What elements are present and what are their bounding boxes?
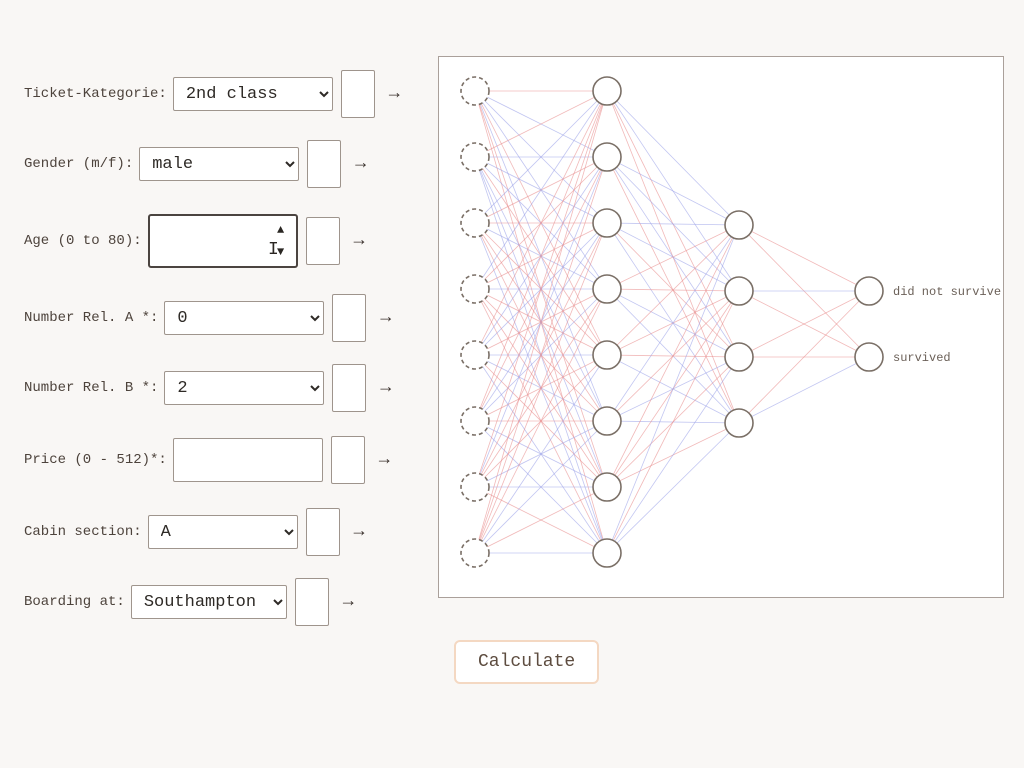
arrow-icon: →: [354, 231, 365, 251]
hidden-node: [593, 407, 621, 435]
input-node: [461, 341, 489, 369]
row-cabin: Cabin section: A →: [24, 510, 434, 554]
arrow-icon: →: [354, 522, 365, 542]
select-gender[interactable]: male: [139, 147, 299, 181]
hidden-node: [593, 77, 621, 105]
input-price[interactable]: [173, 438, 323, 482]
label-boarding: Boarding at:: [24, 594, 125, 610]
input-form: Ticket-Kategorie: 2nd class → Gender (m/…: [24, 72, 434, 650]
arrow-icon: →: [389, 84, 400, 104]
nn-connection: [607, 225, 739, 355]
label-age: Age (0 to 80):: [24, 233, 142, 249]
input-node: [461, 539, 489, 567]
nn-connection: [607, 225, 739, 421]
outbox-cabin: [306, 508, 340, 556]
age-spin-up-icon[interactable]: ▲: [270, 220, 292, 240]
nn-connection: [607, 423, 739, 553]
hidden-node: [593, 275, 621, 303]
label-relA: Number Rel. A *:: [24, 310, 158, 326]
row-boarding: Boarding at: Southampton →: [24, 580, 434, 624]
nn-connection: [607, 157, 739, 225]
nn-connection: [607, 291, 739, 553]
outbox-relB: [332, 364, 366, 412]
output-node: [855, 343, 883, 371]
nn-connection: [607, 225, 739, 289]
hidden-node: [593, 143, 621, 171]
label-cabin: Cabin section:: [24, 524, 142, 540]
label-relB: Number Rel. B *:: [24, 380, 158, 396]
row-ticket: Ticket-Kategorie: 2nd class →: [24, 72, 434, 116]
label-price: Price (0 - 512)*:: [24, 452, 167, 468]
hidden-node: [725, 211, 753, 239]
hidden-node: [593, 473, 621, 501]
outbox-boarding: [295, 578, 329, 626]
outbox-age: [306, 217, 340, 265]
calculate-button[interactable]: Calculate: [454, 640, 599, 684]
hidden-node: [593, 209, 621, 237]
hidden-node: [593, 539, 621, 567]
label-ticket: Ticket-Kategorie:: [24, 86, 167, 102]
output-label-survived: survived: [893, 351, 951, 365]
select-relA[interactable]: 0: [164, 301, 324, 335]
nn-connection: [607, 225, 739, 487]
select-ticket[interactable]: 2nd class: [173, 77, 333, 111]
select-boarding[interactable]: Southampton: [131, 585, 287, 619]
text-cursor-icon: I: [268, 240, 279, 260]
input-node: [461, 143, 489, 171]
row-age: Age (0 to 80): ▲ ▼ →: [24, 212, 434, 270]
input-node: [461, 209, 489, 237]
hidden-node: [593, 341, 621, 369]
neural-network-svg: did not survive survived: [439, 57, 1005, 599]
outbox-gender: [307, 140, 341, 188]
hidden-node: [725, 343, 753, 371]
nn-connection: [607, 357, 739, 553]
arrow-icon: →: [355, 154, 366, 174]
neural-network-panel: did not survive survived: [438, 56, 1004, 598]
arrow-icon: →: [380, 308, 391, 328]
outbox-ticket: [341, 70, 375, 118]
label-gender: Gender (m/f):: [24, 156, 133, 172]
nn-connection: [739, 357, 869, 423]
output-node: [855, 277, 883, 305]
row-gender: Gender (m/f): male →: [24, 142, 434, 186]
row-price: Price (0 - 512)*: →: [24, 436, 434, 484]
select-relB[interactable]: 2: [164, 371, 324, 405]
outbox-relA: [332, 294, 366, 342]
hidden-node: [725, 409, 753, 437]
input-node: [461, 275, 489, 303]
row-relB: Number Rel. B *: 2 →: [24, 366, 434, 410]
nn-connection: [739, 225, 869, 291]
nn-connection: [607, 225, 739, 553]
input-node: [461, 473, 489, 501]
select-cabin[interactable]: A: [148, 515, 298, 549]
output-label-died: did not survive: [893, 285, 1001, 299]
nn-connection: [607, 91, 739, 225]
arrow-icon: →: [379, 450, 390, 470]
arrow-icon: →: [380, 378, 391, 398]
input-node: [461, 77, 489, 105]
hidden-node: [725, 277, 753, 305]
arrow-icon: →: [343, 592, 354, 612]
input-node: [461, 407, 489, 435]
outbox-price: [331, 436, 365, 484]
row-relA: Number Rel. A *: 0 →: [24, 296, 434, 340]
